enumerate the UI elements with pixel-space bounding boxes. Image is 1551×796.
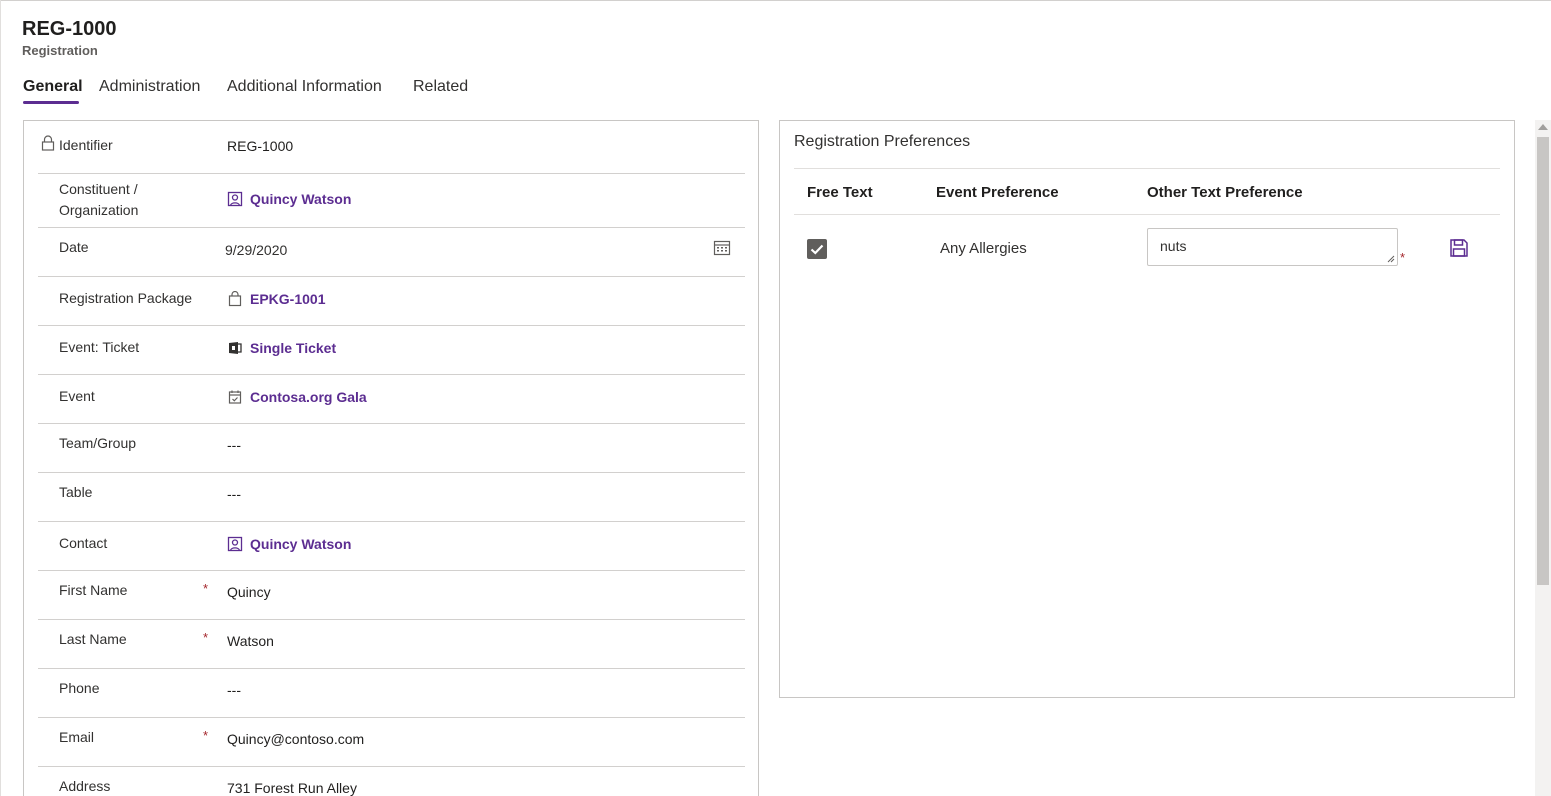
scroll-thumb[interactable] (1537, 137, 1549, 585)
phone-input[interactable]: --- (227, 682, 241, 698)
contact-icon (227, 191, 243, 207)
address-input[interactable]: 731 Forest Run Alley (227, 780, 357, 796)
last-name-input[interactable]: Watson (227, 633, 274, 649)
first-name-input[interactable]: Quincy (227, 584, 271, 600)
field-first-name: First Name * Quincy (38, 571, 745, 620)
field-last-name: Last Name * Watson (38, 620, 745, 669)
required-indicator: * (1400, 250, 1406, 265)
column-header-other-text-preference: Other Text Preference (1147, 184, 1303, 201)
calendar-icon[interactable] (713, 239, 731, 257)
field-event: Event Contosa.org Gala (38, 375, 745, 424)
event-preference-value: Any Allergies (940, 240, 1027, 257)
resize-handle-icon[interactable] (1387, 255, 1395, 263)
tab-related[interactable]: Related (413, 76, 468, 98)
constituent-label: Constituent / Organization (59, 181, 139, 218)
registration-package-label: Registration Package (59, 290, 193, 306)
required-indicator: * (203, 728, 209, 743)
field-date: Date 9/29/2020 (38, 228, 745, 277)
divider (794, 168, 1500, 169)
team-group-label: Team/Group (59, 435, 137, 451)
field-constituent: Constituent / Organization Quincy Watson (38, 174, 745, 228)
lock-icon (41, 135, 55, 151)
required-indicator: * (203, 581, 209, 596)
date-label: Date (59, 239, 89, 255)
field-address: Address 731 Forest Run Alley (38, 767, 745, 796)
save-icon[interactable] (1449, 238, 1469, 258)
required-indicator: * (203, 630, 209, 645)
other-text-preference-input[interactable]: nuts (1147, 228, 1398, 266)
contact-icon (227, 536, 243, 552)
page-scrollbar[interactable] (1535, 120, 1551, 796)
record-header: REG-1000 Registration (22, 18, 117, 58)
registration-preferences-section: Registration Preferences Free Text Event… (779, 120, 1515, 698)
tab-general[interactable]: General (23, 76, 83, 98)
field-team-group: Team/Group --- (38, 424, 745, 473)
field-table: Table --- (38, 473, 745, 522)
tab-additional-information[interactable]: Additional Information (227, 76, 382, 98)
record-entity-name: Registration (22, 43, 98, 58)
checkmark-icon (810, 244, 824, 255)
field-identifier: Identifier REG-1000 (38, 121, 745, 174)
constituent-link[interactable]: Quincy Watson (227, 191, 351, 207)
contact-label: Contact (59, 535, 108, 551)
last-name-label: Last Name (59, 631, 127, 647)
contact-link[interactable]: Quincy Watson (227, 536, 351, 552)
general-form-section: Identifier REG-1000 Constituent / Organi… (23, 120, 759, 796)
identifier-value: REG-1000 (227, 138, 294, 154)
column-header-event-preference: Event Preference (936, 184, 1059, 201)
column-header-free-text: Free Text (807, 184, 873, 201)
date-input[interactable]: 9/29/2020 (225, 242, 287, 258)
field-event-ticket: Event: Ticket Single Ticket (38, 326, 745, 375)
scroll-up-arrow-icon[interactable] (1538, 124, 1548, 130)
registration-package-link[interactable]: EPKG-1001 (227, 291, 325, 307)
field-phone: Phone --- (38, 669, 745, 718)
event-label: Event (59, 388, 95, 404)
first-name-label: First Name (59, 582, 128, 598)
field-email: Email * Quincy@contoso.com (38, 718, 745, 767)
email-input[interactable]: Quincy@contoso.com (227, 731, 364, 747)
team-group-value[interactable]: --- (227, 437, 241, 453)
event-ticket-label: Event: Ticket (59, 339, 140, 355)
record-title: REG-1000 (22, 18, 117, 40)
field-registration-package: Registration Package EPKG-1001 (38, 277, 745, 326)
email-label: Email (59, 729, 95, 745)
table-label: Table (59, 484, 93, 500)
field-contact: Contact Quincy Watson (38, 522, 745, 571)
ticket-icon (229, 342, 242, 354)
event-ticket-link[interactable]: Single Ticket (227, 340, 336, 356)
phone-label: Phone (59, 680, 100, 696)
window-top-border (0, 0, 1551, 2)
identifier-label: Identifier (59, 137, 113, 153)
address-label: Address (59, 778, 111, 794)
package-icon (228, 291, 242, 307)
section-title: Registration Preferences (794, 133, 971, 150)
free-text-checkbox[interactable] (807, 239, 827, 259)
active-tab-indicator (23, 101, 79, 104)
divider (794, 214, 1500, 215)
event-icon (228, 390, 242, 404)
event-link[interactable]: Contosa.org Gala (227, 389, 367, 405)
table-value[interactable]: --- (227, 486, 241, 502)
window-left-border (0, 0, 1, 796)
tab-administration[interactable]: Administration (99, 76, 200, 98)
